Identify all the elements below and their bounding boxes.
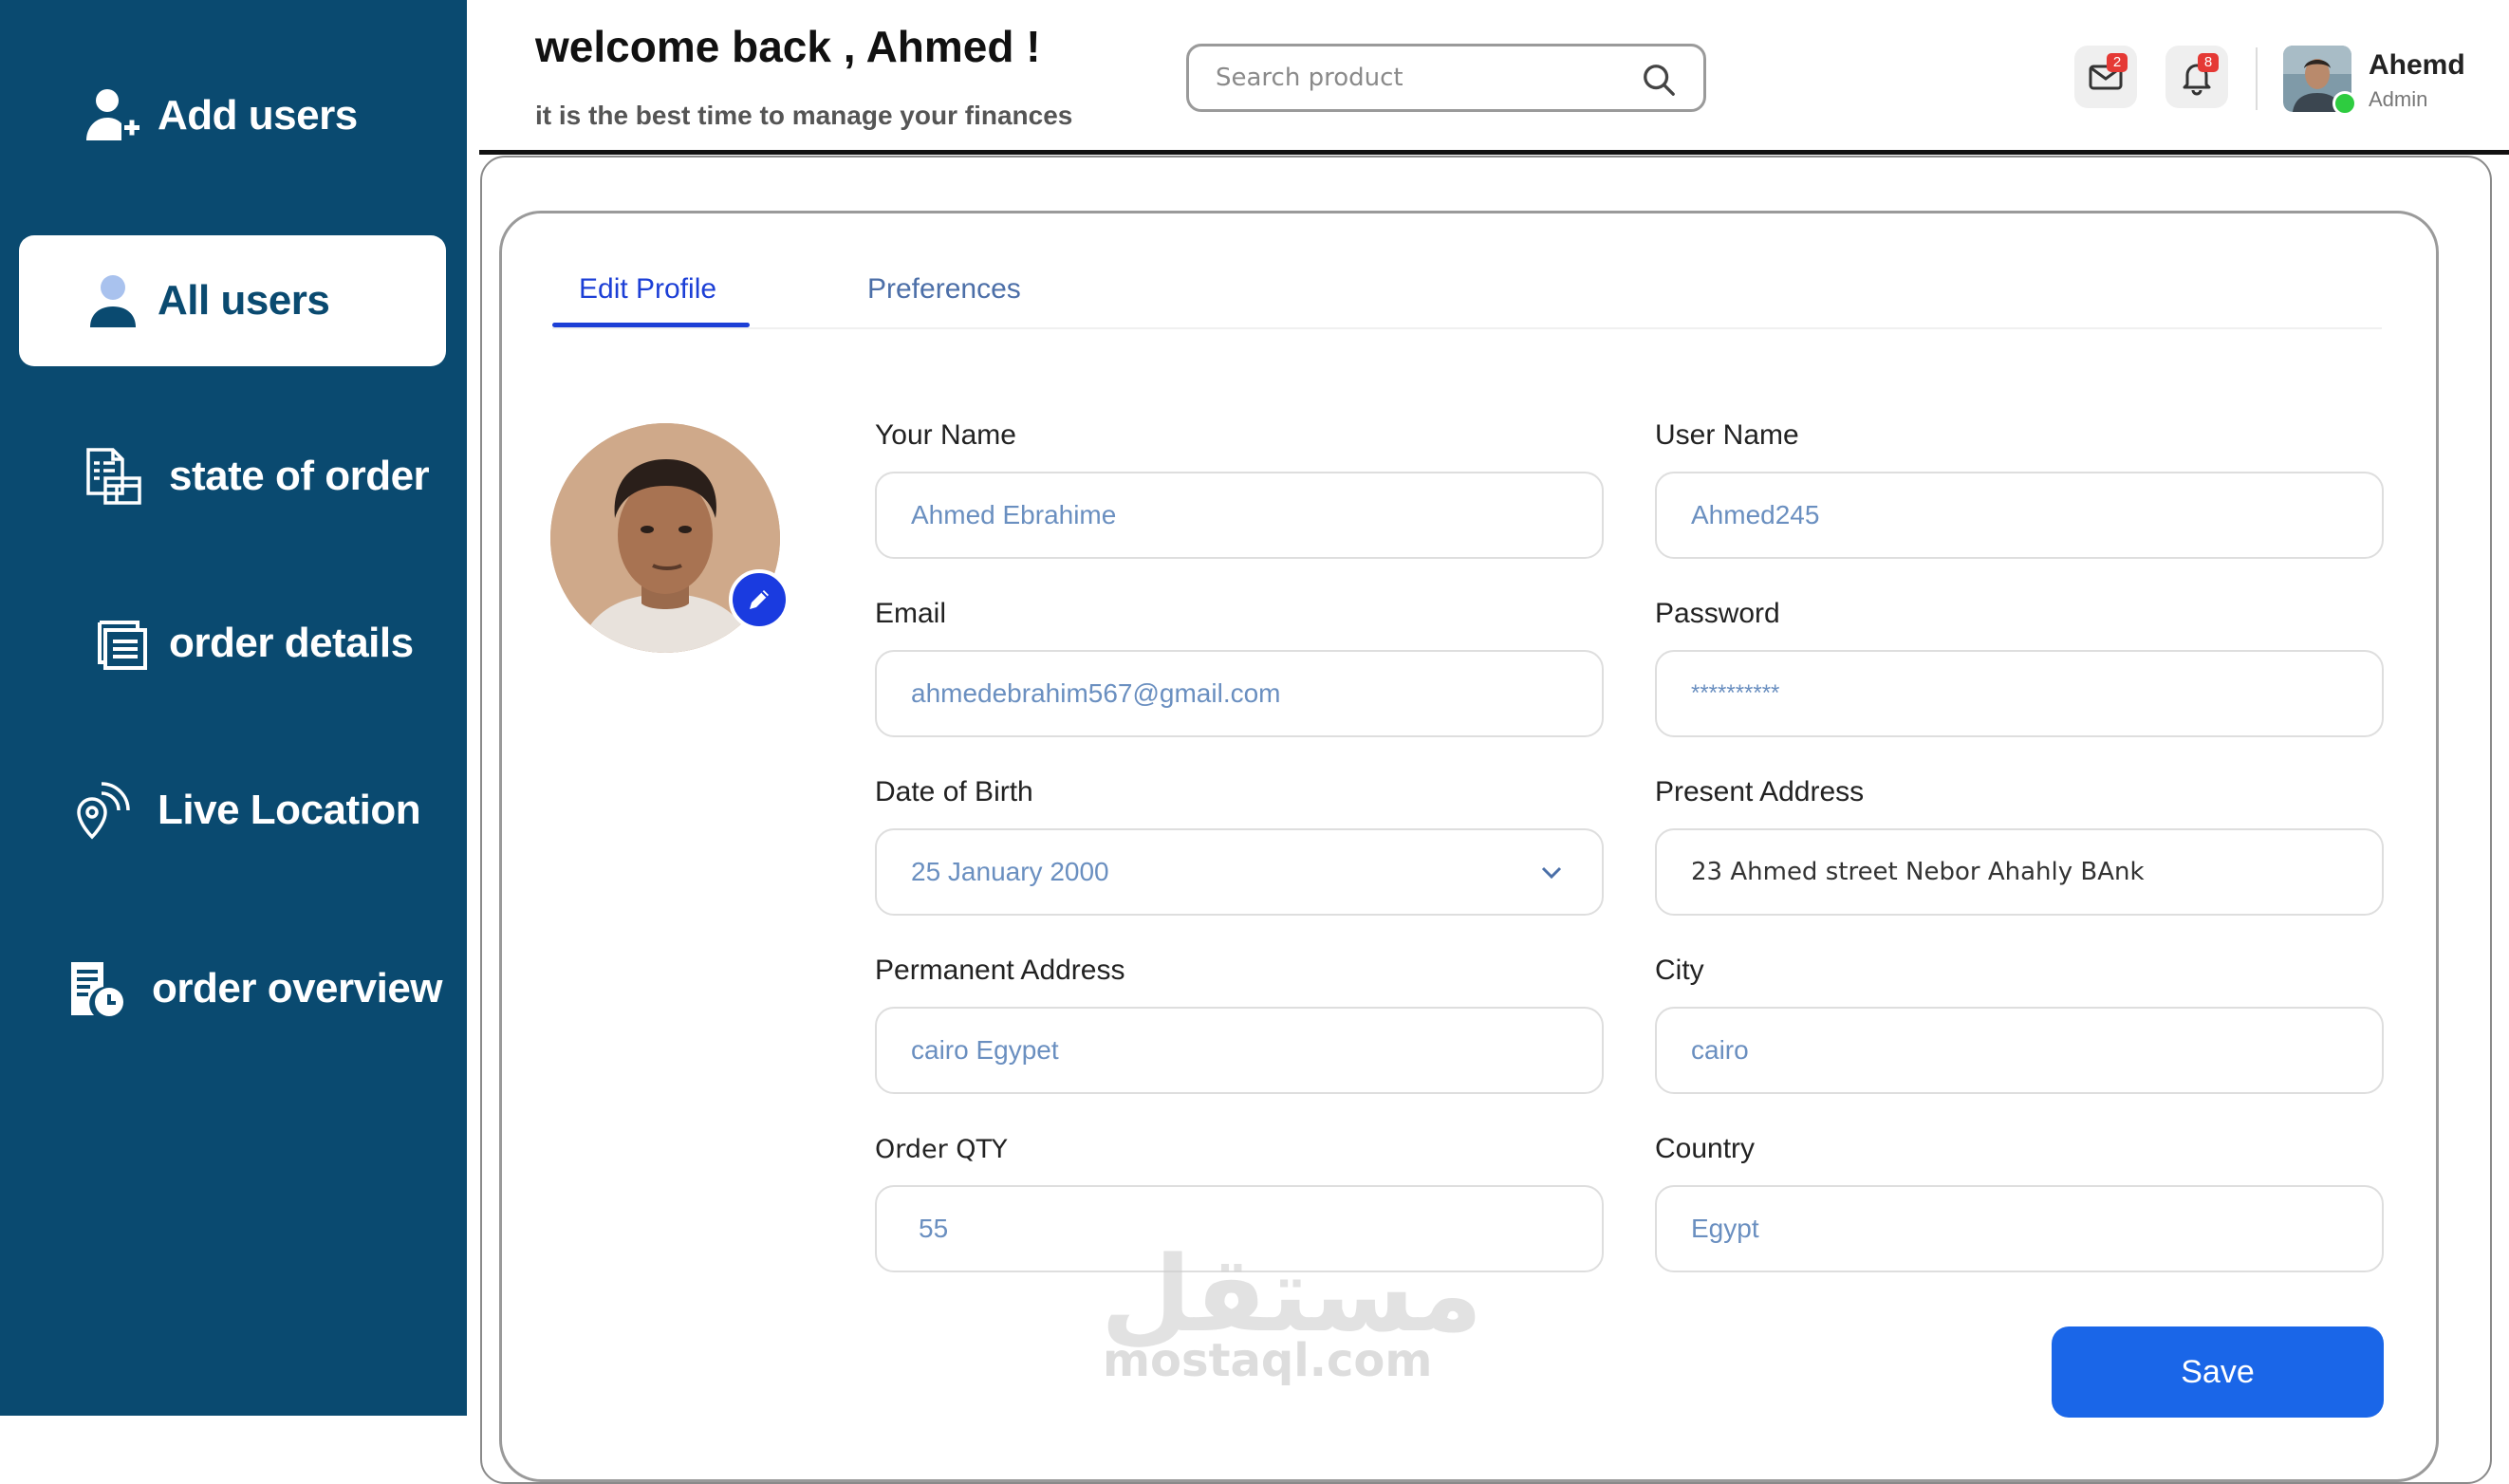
watermark-latin: mostaql.com (1103, 1334, 1433, 1387)
online-status-dot (2332, 91, 2357, 116)
tab-bar-line (552, 327, 2382, 329)
sidebar-item-label: All users (158, 277, 330, 324)
permanent-address-field[interactable]: cairo Egypet (875, 1007, 1604, 1094)
avatar[interactable] (2283, 46, 2357, 116)
clipboard-clock-icon (63, 955, 129, 1022)
sidebar-item-label: Live Location (158, 787, 421, 833)
add-user-icon (80, 83, 146, 149)
password-value: ********** (1691, 680, 1780, 706)
password-label: Password (1655, 598, 1780, 629)
your-name-label: Your Name (875, 419, 1016, 451)
present-address-value: 23 Ahmed street Nebor Ahahly BAnk (1691, 858, 2145, 886)
pencil-icon (750, 590, 769, 609)
search-box[interactable] (1186, 44, 1706, 112)
chevron-down-icon (1541, 866, 1562, 880)
present-address-label: Present Address (1655, 776, 1865, 807)
welcome-subtitle: it is the best time to manage your finan… (535, 101, 1073, 130)
permanent-address-label: Permanent Address (875, 955, 1125, 986)
present-address-field[interactable]: 23 Ahmed street Nebor Ahahly BAnk (1655, 828, 2384, 916)
permanent-address-value: cairo Egypet (911, 1035, 1059, 1065)
sidebar: Add users All users state of order order… (0, 0, 467, 1416)
email-field[interactable]: ahmedebrahim567@gmail.com (875, 650, 1604, 737)
header-divider (2256, 47, 2258, 110)
your-name-field[interactable]: Ahmed Ebrahime (875, 472, 1604, 559)
stacked-document-icon (89, 610, 156, 677)
tab-preferences[interactable]: Preferences (867, 273, 1021, 306)
sidebar-item-label: order details (169, 620, 414, 666)
header-user-role: Admin (2369, 87, 2428, 111)
active-tab-indicator (552, 323, 750, 327)
order-qty-value: 55 (919, 1214, 949, 1243)
email-value: ahmedebrahim567@gmail.com (911, 678, 1281, 708)
password-field[interactable]: ********** (1655, 650, 2384, 737)
notification-badge: 8 (2198, 53, 2219, 72)
sidebar-item-all-users[interactable]: All users (19, 235, 446, 366)
sidebar-item-state-of-order[interactable]: state of order (0, 419, 467, 533)
search-icon[interactable] (1641, 62, 1677, 98)
city-value: cairo (1691, 1035, 1749, 1065)
mail-badge: 2 (2107, 53, 2128, 72)
header-divider-line (479, 150, 2509, 155)
sidebar-item-live-location[interactable]: Live Location (0, 753, 467, 867)
dob-label: Date of Birth (875, 776, 1033, 807)
sidebar-item-add-users[interactable]: Add users (0, 59, 467, 173)
order-qty-label: Order QTY (875, 1135, 1008, 1164)
user-name-field[interactable]: Ahmed245 (1655, 472, 2384, 559)
search-input[interactable] (1214, 63, 1616, 93)
dob-value: 25 January 2000 (911, 857, 1109, 886)
city-field[interactable]: cairo (1655, 1007, 2384, 1094)
save-button[interactable]: Save (2052, 1326, 2384, 1418)
mail-button[interactable]: 2 (2074, 46, 2137, 108)
tab-edit-profile[interactable]: Edit Profile (579, 273, 716, 306)
city-label: City (1655, 955, 1704, 986)
country-label: Country (1655, 1133, 1756, 1164)
email-label: Email (875, 598, 947, 629)
notification-button[interactable]: 8 (2165, 46, 2228, 108)
sidebar-item-label: state of order (169, 453, 430, 499)
country-field[interactable]: Egypt (1655, 1185, 2384, 1272)
location-signal-icon (70, 777, 137, 844)
sidebar-item-order-details[interactable]: order details (0, 586, 467, 700)
country-value: Egypt (1691, 1214, 1759, 1243)
header-user-name: Ahemd (2369, 49, 2465, 81)
sidebar-item-label: Add users (158, 92, 358, 139)
dob-select[interactable]: 25 January 2000 (875, 828, 1604, 916)
sidebar-item-label: order overview (152, 965, 443, 1011)
your-name-value: Ahmed Ebrahime (911, 500, 1117, 529)
sidebar-item-order-overview[interactable]: order overview (0, 932, 467, 1046)
user-name-value: Ahmed245 (1691, 500, 1820, 529)
document-list-icon (80, 443, 146, 510)
user-name-label: User Name (1655, 419, 1799, 451)
user-icon (80, 268, 146, 334)
welcome-title: welcome back , Ahmed ! (535, 22, 1041, 71)
edit-photo-button[interactable] (729, 569, 790, 630)
